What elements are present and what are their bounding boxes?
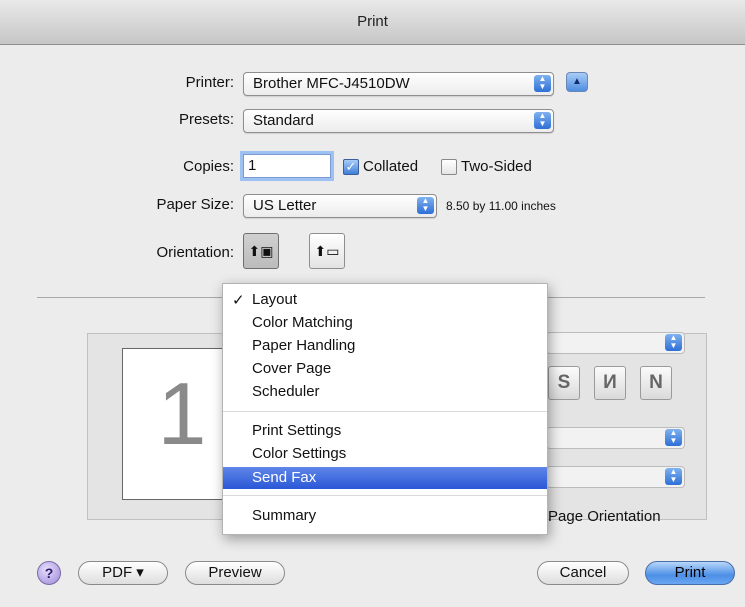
menu-item-label: Print Settings	[252, 422, 342, 439]
page-orientation-label[interactable]: Page Orientation	[548, 508, 661, 525]
copies-field[interactable]: 1	[243, 154, 331, 178]
two-sided-label[interactable]: Two-Sided	[461, 158, 532, 175]
menu-item-print-settings[interactable]: Print Settings	[223, 420, 547, 442]
menu-item-label: Send Fax	[252, 469, 317, 486]
disclosure-button[interactable]: ▲	[566, 72, 588, 92]
menu-item-scheduler[interactable]: Scheduler	[223, 381, 547, 403]
printer-value: Brother MFC-J4510DW	[253, 75, 410, 92]
checkmark-icon: ✓	[232, 292, 245, 309]
menu-item-label: Summary	[252, 507, 317, 524]
collated-checkbox[interactable]: ✓	[343, 159, 359, 175]
help-button[interactable]: ?	[37, 561, 61, 585]
menu-item-label: Paper Handling	[252, 337, 356, 354]
popup-arrows-icon: ▲ ▼	[665, 429, 682, 446]
menu-item-color-matching[interactable]: Color Matching	[223, 312, 547, 334]
menu-item-label: Color Matching	[252, 314, 353, 331]
portrait-orientation-icon: ⬆▣	[248, 243, 274, 259]
print-dialog: Print Printer: Brother MFC-J4510DW ▲ ▼ ▲ …	[0, 0, 745, 607]
collated-label[interactable]: Collated	[363, 158, 418, 175]
menu-item-label: Layout	[252, 291, 298, 308]
popup-arrows-icon: ▲ ▼	[534, 75, 551, 92]
popup-arrows-icon: ▲ ▼	[665, 334, 682, 351]
window-title: Print	[357, 13, 388, 30]
print-button[interactable]: Print	[645, 561, 735, 585]
landscape-orientation-button[interactable]: ⬆▭	[309, 233, 345, 269]
checkmark-icon: ✓	[345, 159, 357, 174]
menu-separator	[223, 411, 547, 412]
paper-size-value: US Letter	[253, 197, 317, 214]
pdf-menu-button[interactable]: PDF ▾	[78, 561, 168, 585]
menu-item-color-settings[interactable]: Color Settings	[223, 443, 547, 465]
panel-menu: ✓ Layout Color Matching Paper Handling C…	[222, 283, 548, 535]
printer-popup[interactable]: Brother MFC-J4510DW ▲ ▼	[243, 72, 554, 96]
popup-arrows-icon: ▲ ▼	[417, 197, 434, 214]
pages-per-sheet-popup[interactable]: ▲ ▼	[546, 332, 685, 354]
menu-item-layout[interactable]: ✓ Layout	[223, 289, 547, 311]
menu-item-cover-page[interactable]: Cover Page	[223, 358, 547, 380]
layout-n-icon: N	[649, 372, 663, 393]
border-popup[interactable]: ▲ ▼	[546, 427, 685, 449]
paper-size-popup[interactable]: US Letter ▲ ▼	[243, 194, 437, 218]
copies-label: Copies:	[183, 158, 234, 175]
paper-dimensions: 8.50 by 11.00 inches	[446, 199, 556, 213]
layout-s-icon: S	[557, 372, 571, 393]
presets-label: Presets:	[178, 111, 234, 128]
popup-arrows-icon: ▲ ▼	[534, 112, 551, 129]
copies-value: 1	[248, 157, 257, 174]
triangle-up-icon: ▲	[572, 76, 582, 87]
presets-value: Standard	[253, 112, 314, 129]
landscape-orientation-icon: ⬆▭	[314, 243, 340, 259]
popup-arrows-icon: ▲ ▼	[665, 468, 682, 485]
cancel-button[interactable]: Cancel	[537, 561, 629, 585]
menu-item-send-fax[interactable]: Send Fax	[223, 467, 547, 489]
menu-item-summary[interactable]: Summary	[223, 505, 547, 527]
printer-label: Printer:	[185, 74, 234, 91]
menu-item-label: Color Settings	[252, 445, 347, 462]
orientation-label: Orientation:	[156, 244, 234, 261]
title-bar: Print	[0, 0, 745, 45]
layout-direction-n-button[interactable]: N	[640, 366, 672, 400]
two-sided-checkbox[interactable]	[441, 159, 457, 175]
menu-item-label: Cover Page	[252, 360, 332, 377]
menu-separator	[223, 495, 547, 496]
menu-item-paper-handling[interactable]: Paper Handling	[223, 335, 547, 357]
menu-item-label: Scheduler	[252, 383, 320, 400]
layout-direction-n-reverse-button[interactable]: И	[594, 366, 626, 400]
help-icon: ?	[44, 565, 54, 581]
layout-direction-s-button[interactable]: S	[548, 366, 580, 400]
paper-size-label: Paper Size:	[156, 196, 234, 213]
presets-popup[interactable]: Standard ▲ ▼	[243, 109, 554, 133]
portrait-orientation-button[interactable]: ⬆▣	[243, 233, 279, 269]
layout-reverse-n-icon: И	[603, 372, 617, 393]
two-sided-popup[interactable]: ▲ ▼	[546, 466, 685, 488]
preview-button[interactable]: Preview	[185, 561, 285, 585]
